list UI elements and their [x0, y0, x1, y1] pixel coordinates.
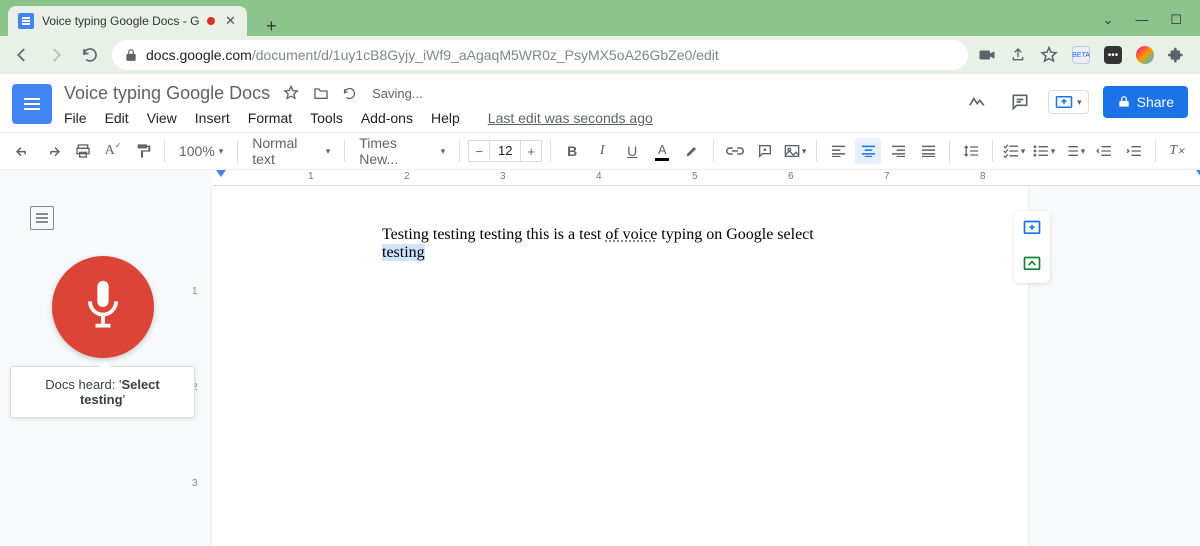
- share-page-icon[interactable]: [1010, 47, 1026, 63]
- increase-font-size-button[interactable]: +: [520, 140, 542, 162]
- insert-comment-button[interactable]: [752, 138, 778, 164]
- spellcheck-button[interactable]: A✓: [100, 138, 126, 164]
- numbered-list-button[interactable]: ▾: [1061, 138, 1087, 164]
- document-page[interactable]: Testing testing testing this is a test o…: [212, 186, 1028, 546]
- menu-tools[interactable]: Tools: [310, 110, 343, 126]
- align-left-button[interactable]: [825, 138, 851, 164]
- suggest-edits-button[interactable]: [1014, 247, 1050, 283]
- selected-text: testing: [382, 244, 425, 261]
- align-right-button[interactable]: [885, 138, 911, 164]
- decrease-font-size-button[interactable]: −: [468, 140, 490, 162]
- voice-heard-tooltip: Docs heard: 'Select testing': [10, 366, 195, 418]
- menu-insert[interactable]: Insert: [195, 110, 230, 126]
- document-title[interactable]: Voice typing Google Docs: [64, 83, 270, 104]
- docs-favicon-icon: [18, 13, 34, 29]
- saving-status: Saving...: [372, 86, 423, 101]
- increase-indent-button[interactable]: [1121, 138, 1147, 164]
- menu-view[interactable]: View: [147, 110, 177, 126]
- comments-icon[interactable]: [1006, 88, 1034, 116]
- decrease-indent-button[interactable]: [1091, 138, 1117, 164]
- menu-bar: File Edit View Insert Format Tools Add-o…: [64, 104, 952, 132]
- text-color-button[interactable]: A: [649, 138, 675, 164]
- ruler-tick: 1: [308, 171, 314, 182]
- close-tab-button[interactable]: ✕: [223, 14, 237, 28]
- vertical-ruler[interactable]: 1 2 3: [200, 186, 212, 546]
- lock-icon: [124, 48, 138, 62]
- align-center-button[interactable]: [855, 138, 881, 164]
- checklist-button[interactable]: ▾: [1001, 138, 1027, 164]
- new-tab-button[interactable]: +: [261, 16, 281, 36]
- clear-formatting-button[interactable]: T✕: [1164, 138, 1190, 164]
- saving-spinner-icon: [342, 86, 360, 101]
- minimize-window-button[interactable]: —: [1135, 12, 1148, 28]
- menu-edit[interactable]: Edit: [105, 110, 129, 126]
- ruler-tick: 3: [500, 171, 506, 182]
- format-toolbar: A✓ 100%▾ Normal text▾ Times New...▾ − 12…: [0, 132, 1200, 170]
- present-button[interactable]: ▾: [1048, 90, 1089, 114]
- bold-button[interactable]: B: [559, 138, 585, 164]
- insert-link-button[interactable]: [722, 138, 748, 164]
- last-edit-link[interactable]: Last edit was seconds ago: [488, 110, 653, 126]
- extensions-menu-icon[interactable]: [1168, 47, 1184, 63]
- print-button[interactable]: [70, 138, 96, 164]
- ruler-tick: 2: [404, 171, 410, 182]
- bulleted-list-button[interactable]: ▾: [1031, 138, 1057, 164]
- document-body-text[interactable]: Testing testing testing this is a test o…: [382, 226, 858, 262]
- undo-button[interactable]: [10, 138, 36, 164]
- voice-typing-mic-button[interactable]: [52, 256, 154, 358]
- horizontal-ruler[interactable]: 1 2 3 4 5 6 7 8: [212, 170, 1200, 186]
- back-button[interactable]: [10, 43, 34, 67]
- reload-button[interactable]: [78, 43, 102, 67]
- redo-button[interactable]: [40, 138, 66, 164]
- activity-icon[interactable]: [964, 88, 992, 116]
- add-comment-button[interactable]: [1014, 211, 1050, 247]
- side-comment-tools: [1014, 211, 1050, 283]
- ruler-tick: 6: [788, 171, 794, 182]
- menu-addons[interactable]: Add-ons: [361, 110, 413, 126]
- menu-format[interactable]: Format: [248, 110, 292, 126]
- paint-format-button[interactable]: [130, 138, 156, 164]
- google-docs-logo-icon[interactable]: [12, 84, 52, 124]
- insert-image-button[interactable]: ▾: [782, 138, 808, 164]
- maximize-window-button[interactable]: ☐: [1170, 12, 1182, 28]
- extension-icon-1[interactable]: •••: [1104, 46, 1122, 64]
- camera-icon[interactable]: [978, 48, 996, 62]
- document-outline-button[interactable]: [30, 206, 54, 230]
- browser-tab[interactable]: Voice typing Google Docs - G ✕: [8, 6, 247, 36]
- tab-title: Voice typing Google Docs - G: [42, 14, 199, 28]
- menu-help[interactable]: Help: [431, 110, 460, 126]
- font-size-input[interactable]: 12: [490, 140, 520, 162]
- microphone-icon: [80, 279, 126, 335]
- align-justify-button[interactable]: [915, 138, 941, 164]
- zoom-select[interactable]: 100%▾: [173, 143, 229, 159]
- share-label: Share: [1137, 94, 1174, 110]
- move-document-button[interactable]: [312, 86, 330, 100]
- forward-button[interactable]: [44, 43, 68, 67]
- ruler-tick: 8: [980, 171, 986, 182]
- ruler-tick: 7: [884, 171, 890, 182]
- url-text: docs.google.com/document/d/1uy1cB8Gyjy_i…: [146, 47, 719, 63]
- share-button[interactable]: Share: [1103, 86, 1188, 118]
- paragraph-style-select[interactable]: Normal text▾: [246, 135, 336, 167]
- chevron-down-icon[interactable]: ⌄: [1102, 12, 1113, 28]
- ruler-tick: 4: [596, 171, 602, 182]
- font-family-select[interactable]: Times New...▾: [353, 135, 451, 167]
- italic-button[interactable]: I: [589, 138, 615, 164]
- address-bar[interactable]: docs.google.com/document/d/1uy1cB8Gyjy_i…: [112, 40, 968, 70]
- recording-indicator-icon: [207, 17, 215, 25]
- line-spacing-button[interactable]: [958, 138, 984, 164]
- extension-beta-icon[interactable]: BETA: [1072, 46, 1090, 64]
- star-document-button[interactable]: [282, 85, 300, 101]
- right-indent-marker-icon[interactable]: [1196, 170, 1200, 177]
- extension-icon-2[interactable]: [1136, 46, 1154, 64]
- bookmark-star-icon[interactable]: [1040, 46, 1058, 64]
- ruler-tick: 5: [692, 171, 698, 182]
- underline-button[interactable]: U: [619, 138, 645, 164]
- menu-file[interactable]: File: [64, 110, 87, 126]
- highlight-color-button[interactable]: [679, 138, 705, 164]
